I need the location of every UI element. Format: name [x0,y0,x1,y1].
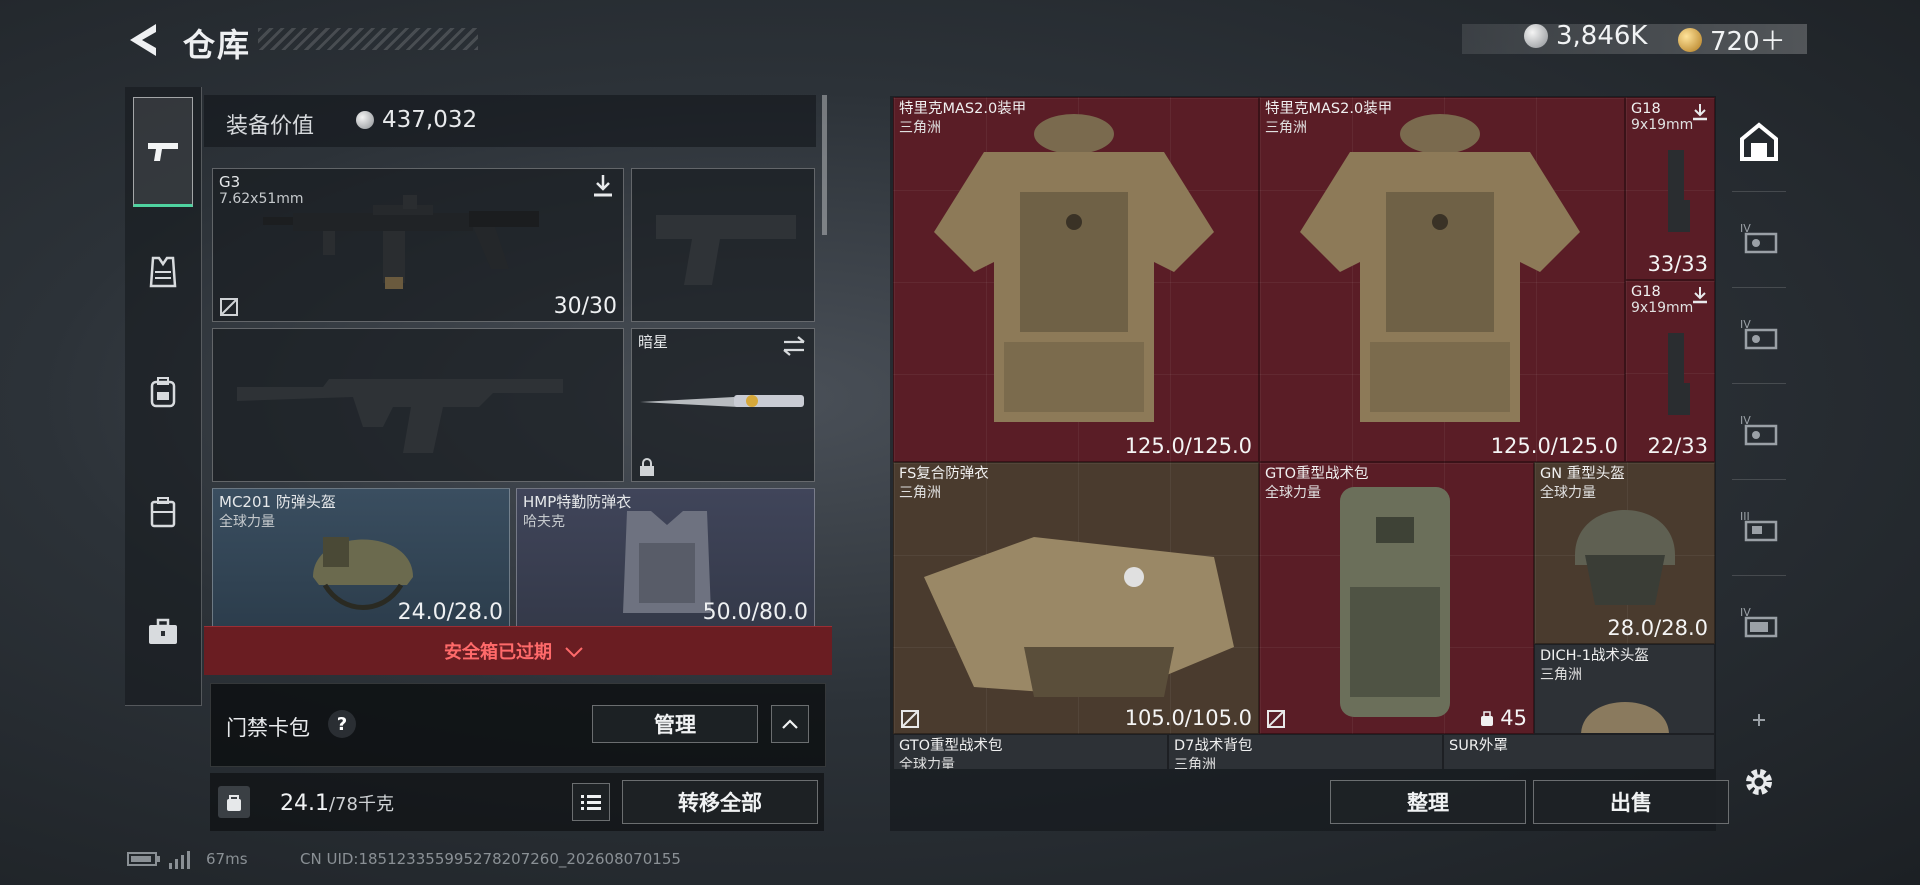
currency-primary[interactable]: 3,846K [1524,21,1647,51]
page-title: 仓库 [183,26,252,64]
category-armor[interactable] [133,217,193,327]
silver-coin-icon [356,111,374,129]
collapse-button[interactable] [771,705,809,743]
add-tab-button[interactable] [1736,697,1782,743]
backpack-image [1340,487,1450,717]
pistol-image [1668,333,1690,415]
currency-secondary[interactable]: 720＋ [1678,21,1786,58]
uid-text: CN UID:185123355995278207260_20260807015… [300,850,681,868]
stash-item[interactable]: G18 9x19mm 22/33 [1625,280,1715,462]
no-insure-icon [901,710,919,728]
no-insure-icon [220,298,238,316]
back-arrow-icon [130,24,156,56]
helmet-image [1581,702,1669,733]
equipment-value: 437,032 [356,107,477,133]
body-armor-image [1300,114,1580,422]
case-tier-icon: IV [1740,222,1778,254]
rifle-placeholder-icon [237,379,563,453]
plus-icon [1753,714,1765,726]
secondary-weapon-slot[interactable] [212,328,624,482]
stash-tabs: IV IV IV III IV [1724,97,1794,827]
armor-slot[interactable]: HMP特勤防弹衣 哈夫克 50.0/80.0 [516,488,815,628]
download-icon[interactable] [590,173,616,199]
download-icon[interactable] [1690,102,1710,122]
melee-slot[interactable]: 暗星 [631,328,815,482]
battery-icon [127,851,161,871]
download-icon[interactable] [1690,285,1710,305]
bag-capacity-icon [1480,711,1493,726]
swap-icon[interactable] [780,335,808,357]
case-tier-icon: IV [1740,606,1778,638]
help-icon[interactable]: ? [328,710,356,738]
vest-image [924,537,1234,697]
category-backpack[interactable] [133,337,193,447]
category-chest-rig[interactable] [133,457,193,567]
signal-icon [168,849,190,873]
tab-storage-4a[interactable]: IV [1736,215,1782,261]
case-tier-icon: III [1740,510,1778,542]
sell-button[interactable]: 出售 [1533,780,1729,824]
pistol-placeholder-icon [656,215,796,285]
backpack-icon [150,377,176,408]
ping-text: 67ms [206,850,248,868]
silver-coin-icon [1524,24,1548,48]
stash-item[interactable]: G18 9x19mm 33/33 [1625,97,1715,280]
stash-item[interactable]: DICH-1战术头盔 三角洲 [1534,644,1715,734]
vest-icon [149,256,177,288]
stash-item[interactable]: SUR外罩 [1443,734,1715,769]
helmet-slot[interactable]: MC201 防弹头盔 全球力量 24.0/28.0 [212,488,510,628]
g3-rifle-image [263,195,539,289]
chevron-down-icon [565,647,583,658]
case-tier-icon: IV [1740,318,1778,350]
pistol-icon [148,143,178,161]
stash-grid: 特里克MAS2.0装甲 三角洲 125.0/125.0 特里克MAS2.0装甲 … [893,97,1715,769]
keycard-label: 门禁卡包 [226,716,310,740]
category-rail [125,87,202,706]
transfer-all-button[interactable]: 转移全部 [622,780,818,824]
knife-image [640,395,804,407]
sort-button[interactable]: 整理 [1330,780,1526,824]
stash-item[interactable]: 特里克MAS2.0装甲 三角洲 125.0/125.0 [893,97,1259,462]
warehouse-icon [1740,122,1778,161]
tab-all[interactable] [1736,119,1782,165]
back-button[interactable] [126,20,160,60]
gear-icon [1746,769,1772,795]
tab-storage-4d[interactable]: IV [1736,599,1782,645]
category-case[interactable] [133,577,193,687]
weight-icon [218,786,250,818]
stash-item[interactable]: D7战术背包 三角洲 [1168,734,1443,769]
expired-text: 安全箱已过期 [444,638,584,664]
equipment-value-label: 装备价值 [226,114,315,139]
primary-weapon-slot[interactable]: G3 7.62x51mm 30/30 [212,168,624,322]
chevron-up-icon [782,719,798,729]
stash-item[interactable]: GN 重型头盔 全球力量 28.0/28.0 [1534,462,1715,644]
stash-item[interactable]: FS复合防弹衣 三角洲 105.0/105.0 [893,462,1259,734]
lock-icon [640,458,654,476]
kettlebell-icon [227,795,241,811]
briefcase-icon [149,618,177,644]
rig-icon [150,497,176,528]
sidearm-slot[interactable] [631,168,815,322]
stash-item[interactable]: GTO重型战术包 全球力量 45 [1259,462,1534,734]
tab-storage-4b[interactable]: IV [1736,311,1782,357]
capacity: 45 [1480,706,1527,730]
pistol-image [1668,150,1690,232]
category-weapons[interactable] [133,97,193,207]
manage-button[interactable]: 管理 [592,705,758,743]
stash-item[interactable]: 特里克MAS2.0装甲 三角洲 125.0/125.0 [1259,97,1625,462]
list-icon [581,795,601,810]
weight-value: 24.1/78千克 [280,791,394,816]
tab-storage-4c[interactable]: IV [1736,407,1782,453]
tab-storage-3[interactable]: III [1736,503,1782,549]
no-insure-icon [1267,710,1285,728]
stash-item[interactable]: GTO重型战术包 全球力量 [893,734,1168,769]
case-tier-icon: IV [1740,414,1778,446]
title-decoration [258,28,478,50]
list-view-button[interactable] [572,783,610,821]
gold-coin-icon [1678,27,1702,52]
helmet-image [1575,510,1675,605]
equipment-scrollbar[interactable] [822,95,827,235]
body-armor-image [934,114,1214,422]
settings-button[interactable] [1736,759,1782,805]
